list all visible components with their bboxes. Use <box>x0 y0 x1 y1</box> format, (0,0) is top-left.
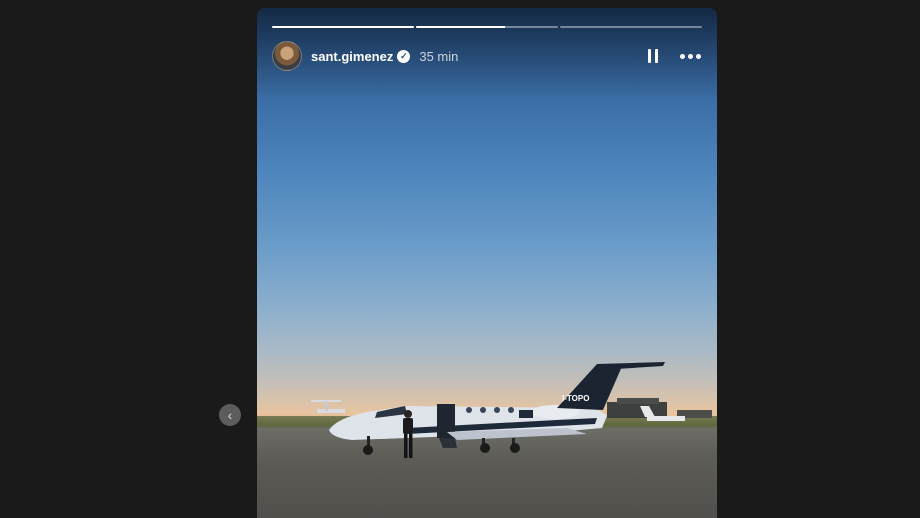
progress-segment <box>416 26 558 28</box>
aircraft-registration: I-TOPO <box>562 394 589 403</box>
story-progress-bar <box>272 26 702 28</box>
post-time: 35 min <box>419 48 459 64</box>
progress-segment <box>272 26 414 28</box>
username[interactable]: sant.gimenez <box>311 49 393 64</box>
verified-badge-icon: ✓ <box>397 49 411 63</box>
chevron-left-icon[interactable]: ‹ <box>219 404 241 426</box>
distant-plane-left <box>311 400 345 413</box>
avatar[interactable] <box>272 41 302 71</box>
pause-icon[interactable] <box>642 45 664 67</box>
story-header: sant.gimenez ✓ 35 min <box>272 40 702 72</box>
hangar <box>607 402 667 418</box>
more-options-icon[interactable] <box>678 45 702 67</box>
progress-segment <box>560 26 702 28</box>
story-viewer[interactable]: I-TOPO sant.gimenez ✓ 35 min <box>257 8 717 518</box>
